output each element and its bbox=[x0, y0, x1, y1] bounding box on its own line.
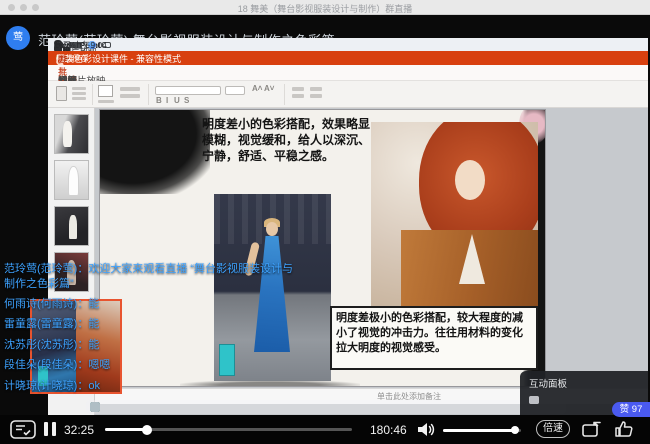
font-size-combobox[interactable] bbox=[225, 86, 245, 95]
volume-fill bbox=[443, 429, 515, 432]
like-count-badge[interactable]: 赞 97 bbox=[612, 402, 650, 417]
format-painter-button[interactable] bbox=[72, 97, 86, 100]
progress-bar[interactable] bbox=[105, 428, 352, 431]
strikethrough-button[interactable]: S bbox=[184, 96, 189, 105]
chat-message: 沈苏彤(沈苏彤)：能 bbox=[4, 338, 304, 353]
slide-image-redhead-model bbox=[371, 122, 538, 309]
slide-thumbnail[interactable] bbox=[54, 114, 89, 154]
decrease-font-icon[interactable]: A˅ bbox=[264, 84, 274, 93]
progress-played bbox=[105, 428, 147, 431]
new-slide-button[interactable] bbox=[98, 85, 113, 97]
underline-button[interactable]: U bbox=[174, 96, 180, 105]
player-control-bar: 32:25 180:46 倍速 bbox=[0, 415, 650, 444]
panel-icon[interactable] bbox=[529, 396, 539, 404]
volume-handle[interactable] bbox=[511, 426, 519, 434]
increase-font-icon[interactable]: A˄ bbox=[252, 84, 262, 93]
document-title: 服装色彩设计课件 - 兼容性模式 bbox=[56, 52, 181, 65]
chat-message: 何雨诗(何雨诗)：能 bbox=[4, 297, 304, 312]
presenter-avatar: 莺 bbox=[6, 26, 30, 50]
chat-message: 计晓琼(计晓琼)：ok bbox=[4, 379, 304, 394]
interaction-panel-title: 互动面板 bbox=[529, 376, 567, 390]
italic-button[interactable]: I bbox=[166, 96, 168, 105]
bullets-button[interactable] bbox=[292, 87, 304, 91]
chat-message: 雷童露(雷童露)：能 bbox=[4, 317, 304, 332]
current-time: 32:25 bbox=[64, 423, 94, 437]
app-root: 18 舞美（舞台影视服装设计与制作）群直播 莺 范玲莺(范玲莺) 舞台影视服装设… bbox=[0, 0, 650, 444]
ppt-titlebar: 自动保存 ▦ ↺ ↻ 服装色彩设计课件 - 兼容性模式 ⚙ bbox=[48, 51, 648, 65]
chat-panel-toggle-button[interactable] bbox=[10, 420, 36, 439]
ribbon-toolbar: A˄ A˅ B I U S bbox=[48, 81, 648, 108]
ribbon-tab-bar: 开始插入绘图设计切换动画幻灯片放映审阅视图 共享 批注 bbox=[48, 65, 648, 81]
copy-button[interactable] bbox=[72, 92, 86, 95]
bold-button[interactable]: B bbox=[156, 96, 162, 105]
chat-message: 段佳朵(段佳朵)：嗯嗯 bbox=[4, 358, 304, 373]
progress-handle[interactable] bbox=[142, 425, 152, 435]
paste-button[interactable] bbox=[56, 86, 67, 101]
total-time: 180:46 bbox=[370, 423, 407, 437]
align-center-button[interactable] bbox=[310, 94, 322, 98]
grunge-frame-topleft bbox=[100, 110, 210, 194]
like-button[interactable] bbox=[614, 420, 635, 438]
rotate-screen-button[interactable] bbox=[581, 421, 602, 438]
layout-dropdown[interactable] bbox=[120, 87, 140, 91]
cut-button[interactable] bbox=[72, 87, 86, 90]
volume-slider[interactable] bbox=[443, 429, 521, 432]
volume-icon[interactable] bbox=[417, 422, 435, 437]
dock-app-icon[interactable] bbox=[90, 402, 100, 412]
window-title: 18 舞美（舞台影视服装设计与制作）群直播 bbox=[0, 2, 650, 15]
playback-speed-button[interactable]: 倍速 bbox=[536, 420, 570, 438]
numbering-button[interactable] bbox=[292, 94, 304, 98]
os-window-titlebar: 18 舞美（舞台影视服装设计与制作）群直播 bbox=[0, 0, 650, 15]
pause-button[interactable] bbox=[44, 422, 57, 436]
chat-message: 范玲莺(范玲莺)：欢迎大家来观看直播 “舞台影视服装设计与制作之色彩篇” bbox=[4, 262, 304, 292]
reset-dropdown[interactable] bbox=[120, 94, 140, 98]
font-name-combobox[interactable] bbox=[155, 86, 221, 95]
align-left-button[interactable] bbox=[310, 87, 322, 91]
mac-menubar: PowerPoint 文件编辑视图插入格式排列工具幻灯片放映窗口帮助 10 2 … bbox=[48, 38, 648, 51]
slide-thumbnail[interactable] bbox=[54, 206, 89, 246]
slide-caption-text: 明度差极小的色彩搭配，较大程度的减小了视觉的冲击力。往往用材料的变化拉大明度的视… bbox=[330, 306, 538, 370]
mac-dock bbox=[86, 400, 566, 414]
slide-thumbnail[interactable] bbox=[54, 160, 89, 200]
